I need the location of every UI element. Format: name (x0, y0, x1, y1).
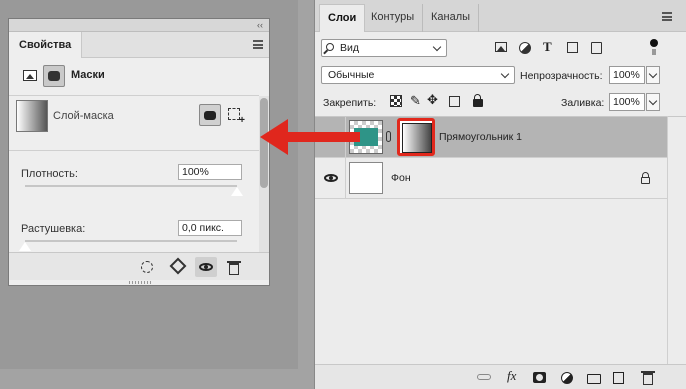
properties-panel: ‹‹ Свойства Маски Слой-маска Плотность: … (8, 18, 270, 286)
arrow-icon (285, 132, 360, 142)
properties-titlebar[interactable]: ‹‹ (9, 19, 269, 32)
layers-tab-bar: Слои Контуры Каналы (315, 0, 686, 32)
adjustment-icon[interactable] (561, 372, 573, 384)
canvas-bottom-strip (0, 369, 314, 389)
lock-artboard-icon[interactable] (449, 96, 460, 107)
filter-toggle-stem (652, 49, 656, 55)
lock-label: Закрепить: (323, 97, 377, 109)
layers-footer: fx (315, 364, 686, 389)
layers-scrollbar[interactable] (667, 116, 686, 364)
trash-icon[interactable] (227, 261, 241, 275)
chevron-down-icon (432, 42, 442, 52)
fill-input[interactable]: 100% (609, 93, 645, 111)
properties-tab-row: Свойства (9, 32, 269, 58)
filter-value: Вид (340, 42, 359, 54)
density-input[interactable]: 100% (178, 164, 242, 180)
chevron-down-icon (648, 69, 658, 79)
eye-icon[interactable] (324, 174, 338, 182)
apply-mask-icon[interactable] (170, 260, 184, 274)
lock-icon[interactable] (473, 94, 483, 107)
add-mask-icon[interactable] (533, 372, 546, 383)
group-icon[interactable] (587, 374, 601, 384)
layer-thumbnail[interactable] (349, 162, 383, 194)
layer-name[interactable]: Прямоугольник 1 (439, 131, 522, 143)
feather-label: Растушевка: (21, 223, 86, 235)
link-icon[interactable] (386, 131, 391, 142)
lock-transparency-icon[interactable] (390, 95, 402, 107)
layer-filter-select[interactable]: Вид (321, 39, 447, 57)
filter-toggle-icon[interactable] (650, 39, 658, 47)
feather-slider-knob[interactable] (18, 241, 32, 252)
mask-label: Слой-маска (53, 110, 114, 122)
mask-thumbnail (16, 100, 48, 132)
image-icon[interactable] (495, 42, 507, 52)
lock-pixels-icon[interactable]: ✎ (410, 93, 421, 109)
opacity-input[interactable]: 100% (609, 66, 645, 84)
opacity-label: Непрозрачность: (520, 70, 603, 82)
fill-label: Заливка: (561, 97, 605, 109)
density-slider-knob[interactable] (230, 186, 244, 197)
chevron-down-icon (500, 69, 510, 79)
collapse-icon[interactable]: ‹‹ (257, 19, 263, 31)
link-icon[interactable] (477, 374, 491, 380)
section-label: Маски (71, 69, 105, 81)
shape-icon[interactable] (567, 42, 578, 53)
divider (9, 150, 259, 151)
layer-row[interactable]: Прямоугольник 1 (315, 117, 667, 158)
lock-icon[interactable] (641, 172, 650, 184)
search-icon (326, 43, 334, 51)
layer-visibility[interactable] (315, 158, 346, 198)
smart-object-icon[interactable] (591, 42, 602, 54)
panel-menu-icon[interactable] (662, 12, 672, 21)
lock-position-icon[interactable]: ✥ (427, 92, 438, 108)
layer-mask-button[interactable] (199, 104, 221, 126)
feather-slider[interactable] (25, 240, 237, 242)
resize-grip[interactable] (129, 281, 153, 284)
mask-row: Слой-маска (9, 96, 259, 148)
fx-icon[interactable]: fx (507, 368, 516, 384)
workspace: ‹‹ Свойства Маски Слой-маска Плотность: … (0, 0, 686, 389)
type-icon[interactable]: T (543, 39, 552, 55)
canvas-gap (298, 0, 314, 389)
layer-name[interactable]: Фон (391, 172, 411, 184)
density-slider[interactable] (25, 185, 237, 187)
tab-properties[interactable]: Свойства (9, 32, 83, 58)
properties-footer (9, 252, 269, 280)
blend-mode-value: Обычные (328, 69, 375, 81)
chevron-down-icon (648, 96, 658, 106)
tab-layers[interactable]: Слои (319, 4, 366, 32)
adjustment-icon[interactable] (519, 42, 531, 54)
eye-icon (199, 263, 213, 271)
fill-dropdown[interactable] (646, 93, 660, 111)
layer-row[interactable]: Фон (315, 158, 667, 199)
feather-input[interactable]: 0,0 пикс. (178, 220, 242, 236)
trash-icon[interactable] (641, 371, 655, 385)
new-layer-icon[interactable] (613, 372, 624, 384)
vector-mask-icon[interactable] (228, 108, 245, 126)
layer-list: Прямоугольник 1 Фон (315, 116, 686, 364)
arrow-head-icon (260, 119, 288, 155)
panel-menu-icon[interactable] (253, 40, 263, 49)
tab-channels[interactable]: Каналы (423, 4, 480, 32)
layers-panel: Слои Контуры Каналы Вид T Обычные Непроз… (314, 0, 686, 389)
blend-mode-select[interactable]: Обычные (321, 66, 515, 84)
toggle-mask-button[interactable] (195, 257, 217, 277)
properties-type-row: Маски (9, 59, 269, 93)
density-label: Плотность: (21, 168, 78, 180)
mask-icon[interactable] (43, 65, 65, 87)
opacity-dropdown[interactable] (646, 66, 660, 84)
image-icon[interactable] (23, 70, 37, 81)
mask-thumbnail[interactable] (397, 118, 435, 156)
tab-paths[interactable]: Контуры (363, 4, 424, 32)
selection-icon[interactable] (141, 261, 153, 273)
